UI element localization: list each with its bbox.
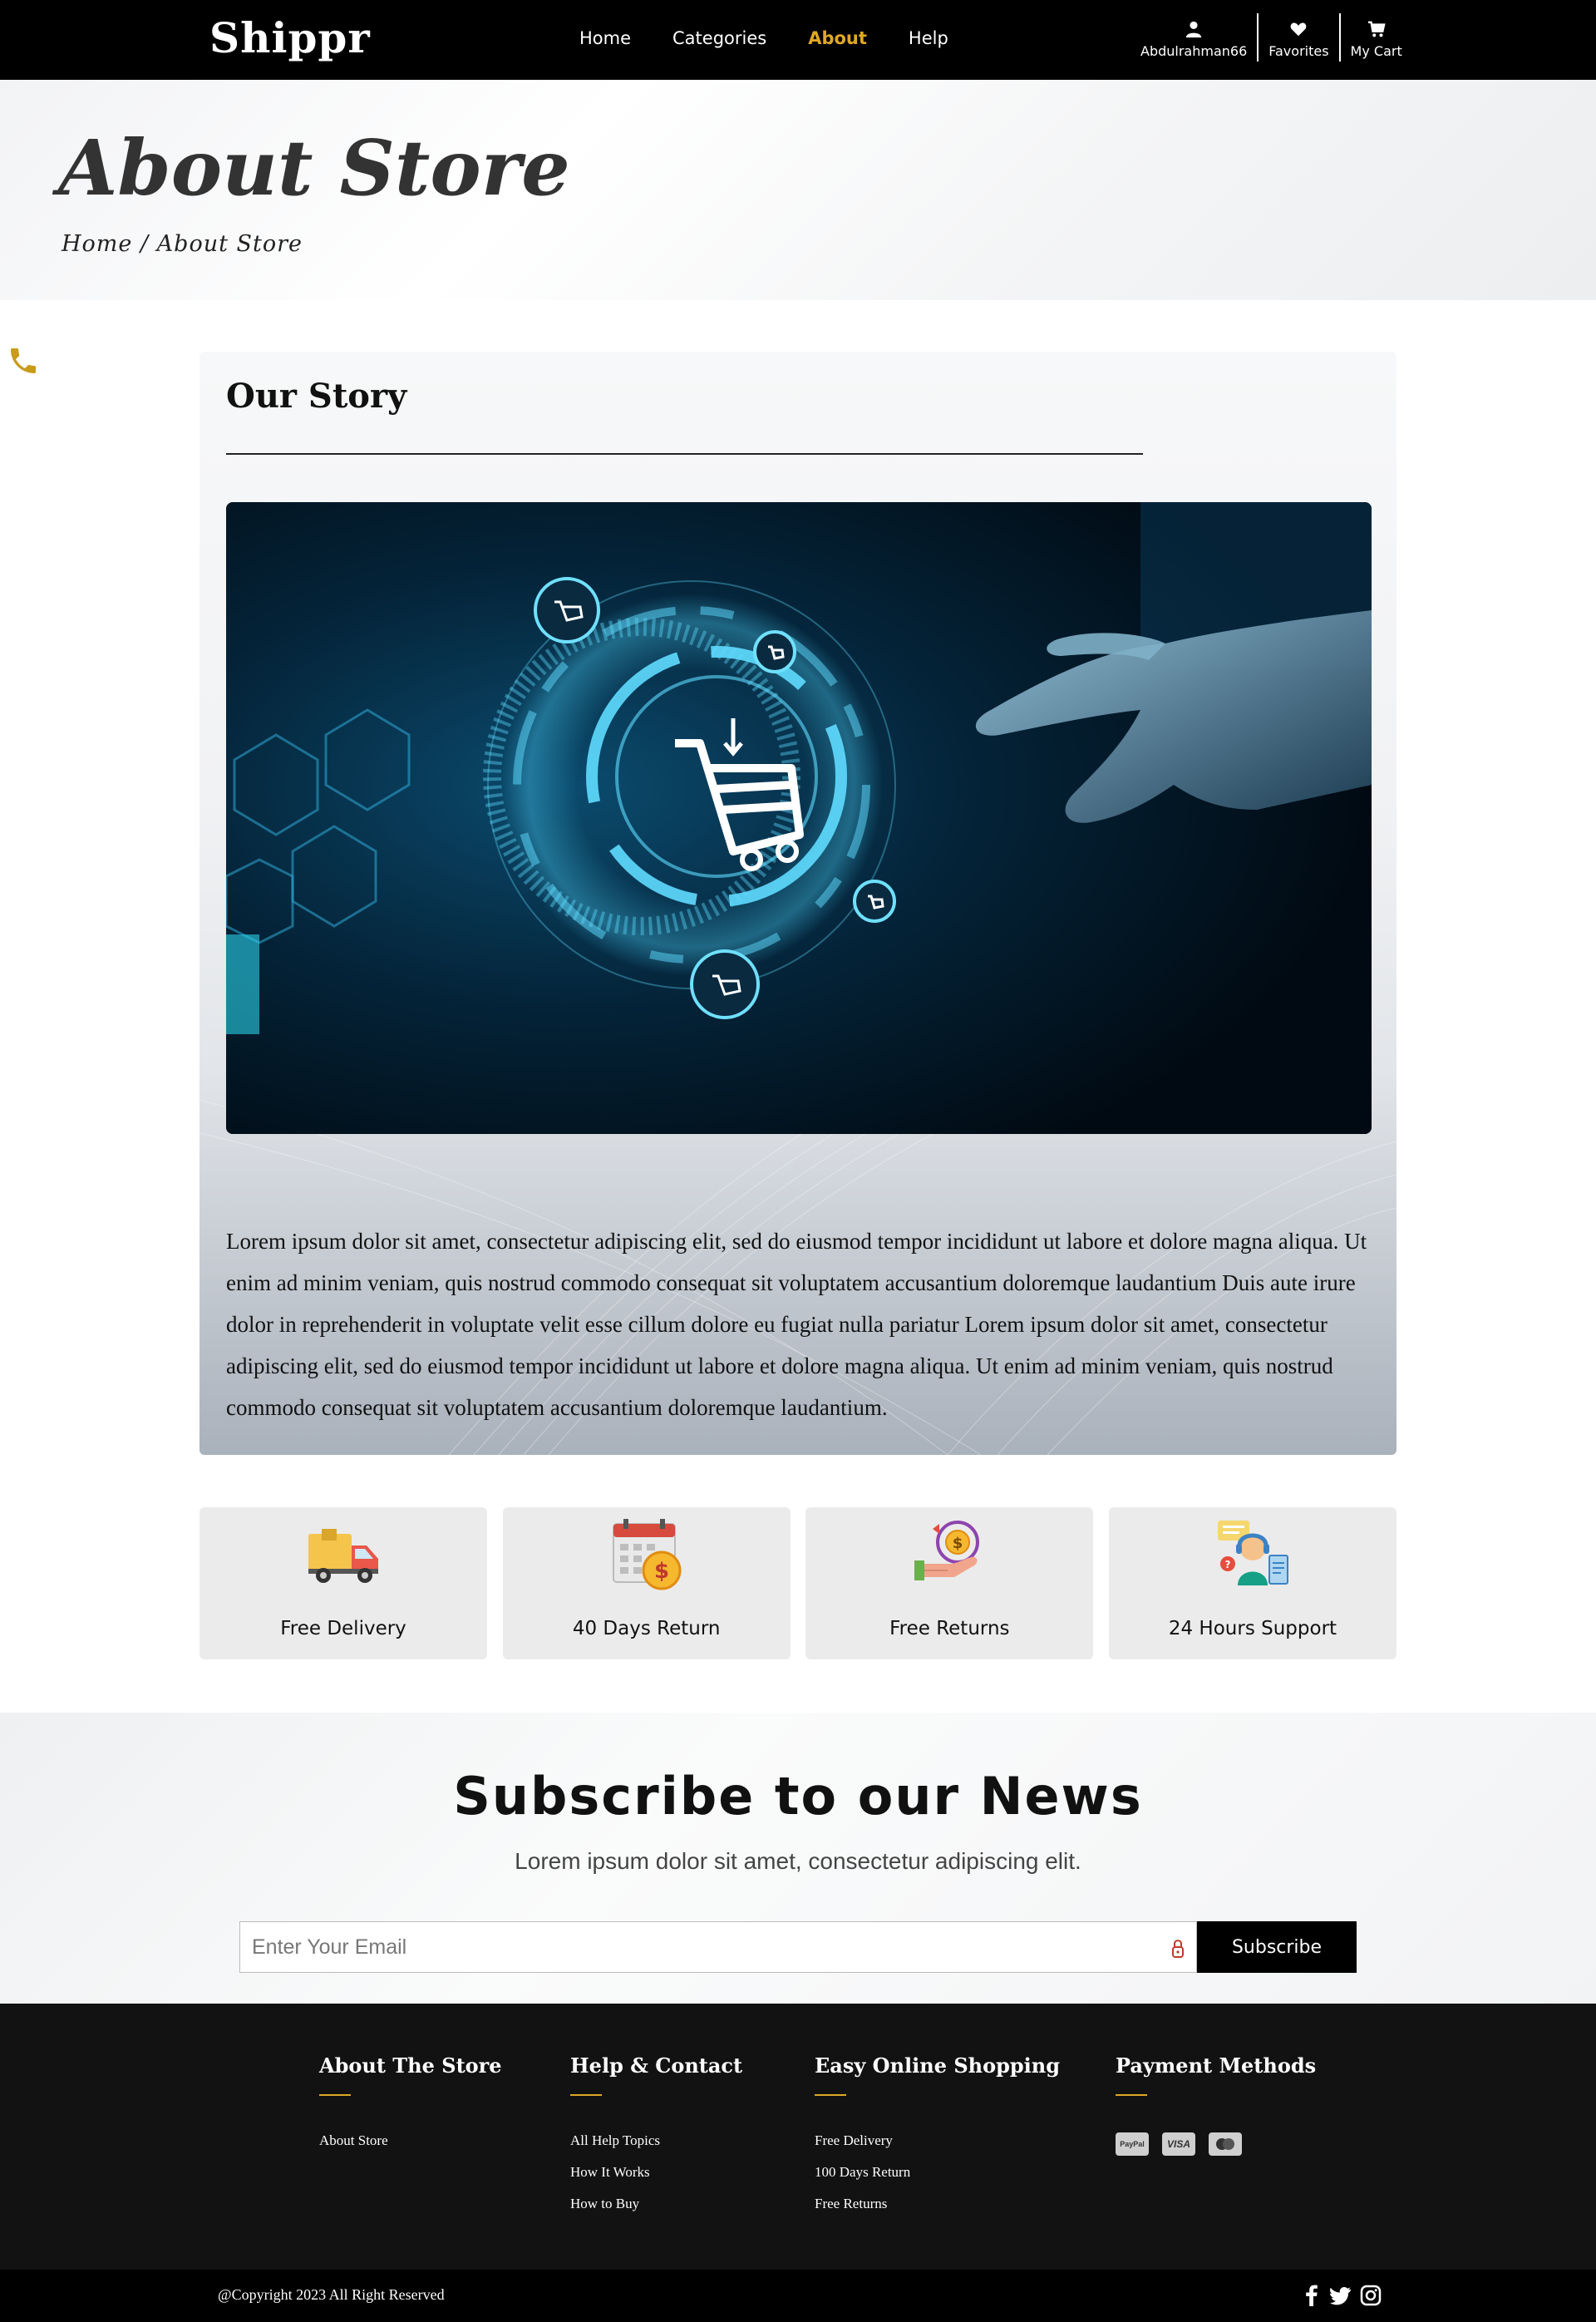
footer-link-about-store[interactable]: About Store — [319, 2132, 502, 2149]
nav-link-home[interactable]: Home — [579, 28, 631, 48]
support-agent-icon: ? — [1217, 1521, 1288, 1585]
heading-underline — [815, 2094, 846, 2096]
cart-button[interactable]: My Cart — [1341, 13, 1412, 65]
footer-heading: Payment Methods — [1116, 2053, 1317, 2078]
main-nav: Home Categories About Help — [579, 28, 990, 48]
calendar-dollar-icon: $ — [612, 1519, 682, 1590]
breadcrumb: Home / About Store — [62, 231, 303, 257]
email-field[interactable] — [240, 1922, 1196, 1972]
account-button[interactable]: Abdulrahman66 — [1130, 13, 1257, 65]
footer-link-all-help-topics[interactable]: All Help Topics — [570, 2132, 742, 2149]
story-paragraph: Lorem ipsum dolor sit amet, consectetur … — [226, 1229, 1367, 1420]
heading-underline — [319, 2094, 351, 2096]
twitter-icon[interactable] — [1330, 2285, 1352, 2306]
page-title: About Store — [58, 123, 570, 213]
footer: About The Store About Store Help & Conta… — [0, 2004, 1596, 2270]
breadcrumb-current: About Store — [156, 231, 303, 257]
lock-icon — [1172, 1940, 1184, 1958]
nav-link-categories[interactable]: Categories — [672, 28, 766, 48]
user-area: Abdulrahman66 Favorites My Cart — [1130, 13, 1412, 65]
breadcrumb-separator: / — [132, 231, 157, 257]
footer-link-free-returns[interactable]: Free Returns — [815, 2196, 1060, 2212]
footer-column-help: Help & Contact All Help Topics How It Wo… — [570, 2053, 742, 2227]
favorites-label: Favorites — [1268, 42, 1329, 59]
username-label: Abdulrahman66 — [1140, 42, 1248, 59]
instagram-icon[interactable] — [1360, 2285, 1382, 2306]
feature-label: 40 Days Return — [572, 1618, 721, 1639]
copyright-bar: @Copyright 2023 All Right Reserved — [0, 2270, 1596, 2322]
heading-underline — [570, 2094, 602, 2096]
visa-icon: VISA — [1162, 2132, 1195, 2156]
brand-logo[interactable]: Shippr — [209, 13, 371, 62]
user-icon — [1185, 21, 1202, 37]
cart-label: My Cart — [1350, 42, 1402, 59]
footer-heading: Easy Online Shopping — [815, 2053, 1061, 2078]
nav-link-help[interactable]: Help — [909, 28, 948, 48]
cart-icon — [1367, 21, 1386, 37]
our-story-card: Our Story Lorem ipsum dolor sit amet, co… — [200, 352, 1396, 1455]
feature-label: Free Delivery — [280, 1618, 406, 1639]
feature-card-free-delivery[interactable]: Free Delivery — [200, 1507, 487, 1659]
footer-link-100-days-return[interactable]: 100 Days Return — [815, 2164, 1060, 2181]
feature-card-free-returns[interactable]: $ Free Returns — [805, 1507, 1094, 1659]
newsletter-title: Subscribe to our News — [453, 1766, 1143, 1827]
svg-text:$: $ — [953, 1535, 963, 1552]
payment-methods: PayPal VISA — [1116, 2132, 1316, 2156]
newsletter-section: Subscribe to our News Lorem ipsum dolor … — [0, 1713, 1596, 2004]
footer-link-free-delivery[interactable]: Free Delivery — [815, 2132, 1060, 2149]
feature-card-24-hours-support[interactable]: ? 24 Hours Support — [1108, 1507, 1396, 1659]
title-underline — [226, 453, 1143, 455]
newsletter-description: Lorem ipsum dolor sit amet, consectetur … — [515, 1848, 1081, 1874]
footer-column-shopping: Easy Online Shopping Free Delivery 100 D… — [815, 2053, 1060, 2227]
footer-heading: About The Store — [319, 2053, 502, 2078]
heading-underline — [1116, 2094, 1147, 2096]
favorites-button[interactable]: Favorites — [1259, 13, 1338, 65]
footer-link-how-to-buy[interactable]: How to Buy — [570, 2196, 742, 2212]
subscribe-button[interactable]: Subscribe — [1197, 1921, 1357, 1973]
feature-label: Free Returns — [889, 1618, 1010, 1639]
nav-link-about[interactable]: About — [808, 28, 867, 48]
shopping-cart-hologram-image — [226, 502, 1372, 1134]
svg-text:?: ? — [1224, 1559, 1230, 1570]
mastercard-icon — [1209, 2132, 1242, 2156]
feature-card-40-days-return[interactable]: $ 40 Days Return — [502, 1507, 791, 1659]
social-links — [1302, 2285, 1382, 2306]
paypal-icon: PayPal — [1116, 2132, 1149, 2156]
footer-column-payment: Payment Methods PayPal VISA — [1116, 2053, 1316, 2156]
feature-label: 24 Hours Support — [1168, 1618, 1337, 1639]
features-row: Free Delivery $ 40 Days Return $ Free Re… — [200, 1507, 1396, 1659]
hand-money-icon: $ — [914, 1521, 980, 1580]
facebook-icon[interactable] — [1302, 2285, 1322, 2306]
breadcrumb-home[interactable]: Home — [62, 231, 132, 257]
navbar: Shippr Home Categories About Help Abdulr… — [0, 0, 1596, 80]
phone-icon[interactable] — [7, 343, 40, 379]
footer-column-about: About The Store About Store — [319, 2053, 502, 2164]
story-title: Our Story — [226, 377, 407, 416]
heart-icon — [1291, 22, 1307, 36]
footer-link-how-it-works[interactable]: How It Works — [570, 2164, 742, 2181]
email-field-wrapper — [239, 1921, 1197, 1973]
delivery-truck-icon — [308, 1529, 378, 1583]
svg-text:$: $ — [654, 1559, 669, 1584]
copyright-text: @Copyright 2023 All Right Reserved — [218, 2286, 445, 2303]
footer-heading: Help & Contact — [570, 2053, 743, 2078]
